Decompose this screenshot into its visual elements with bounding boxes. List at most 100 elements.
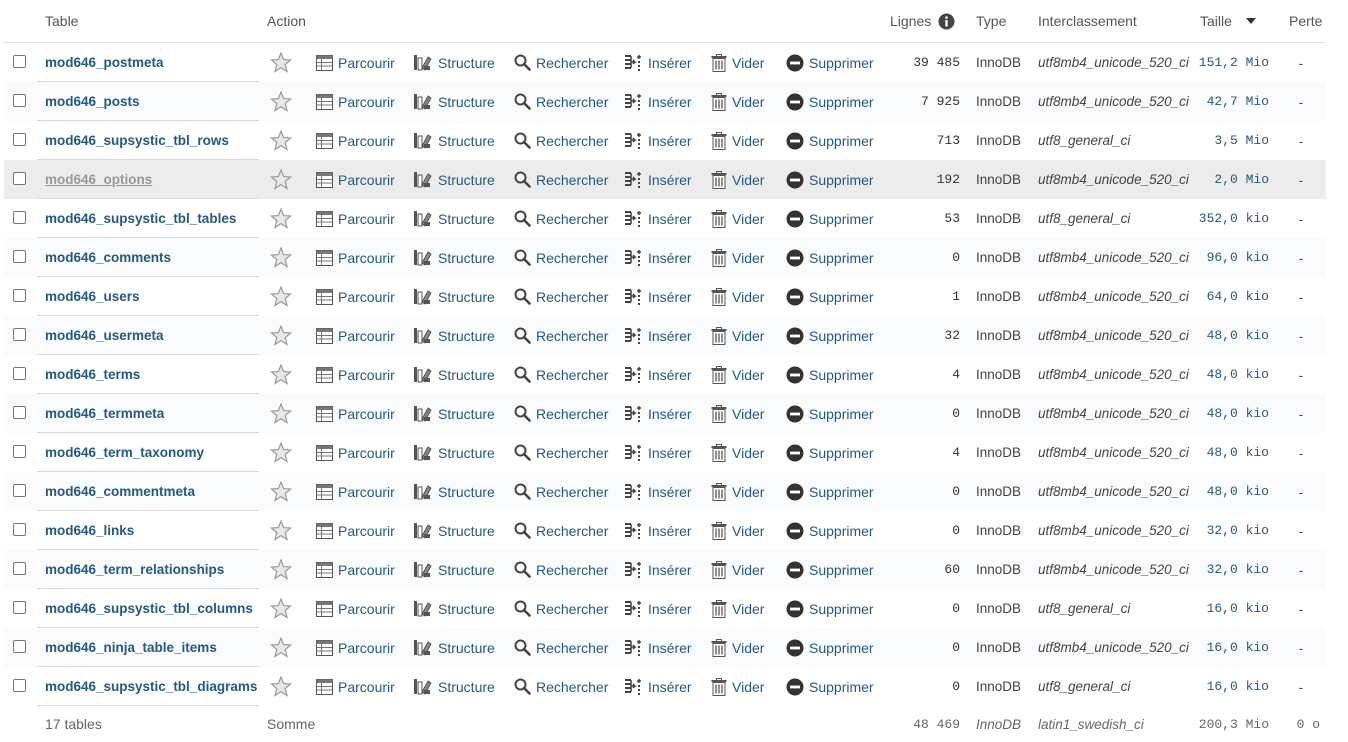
insert-action[interactable]: Insérer: [624, 472, 692, 511]
insert-action[interactable]: Insérer: [624, 121, 692, 160]
row-checkbox[interactable]: [13, 55, 26, 68]
insert-action[interactable]: Insérer: [624, 589, 692, 628]
row-checkbox[interactable]: [13, 601, 26, 614]
insert-action[interactable]: Insérer: [624, 316, 692, 355]
structure-action[interactable]: Structure: [413, 433, 495, 472]
favorite-star-icon[interactable]: [270, 394, 292, 433]
search-action[interactable]: Rechercher: [514, 472, 608, 511]
drop-action[interactable]: Supprimer: [786, 511, 874, 550]
favorite-star-icon[interactable]: [270, 511, 292, 550]
row-checkbox[interactable]: [13, 328, 26, 341]
search-action[interactable]: Rechercher: [514, 43, 608, 82]
browse-action[interactable]: Parcourir: [316, 355, 395, 394]
browse-action[interactable]: Parcourir: [316, 199, 395, 238]
row-checkbox[interactable]: [13, 172, 26, 185]
row-checkbox[interactable]: [13, 133, 26, 146]
row-checkbox[interactable]: [13, 289, 26, 302]
row-checkbox[interactable]: [13, 484, 26, 497]
structure-action[interactable]: Structure: [413, 355, 495, 394]
empty-action[interactable]: Vider: [711, 667, 764, 706]
drop-action[interactable]: Supprimer: [786, 82, 874, 121]
search-action[interactable]: Rechercher: [514, 589, 608, 628]
table-size[interactable]: 32,0 kio: [1184, 550, 1269, 589]
structure-action[interactable]: Structure: [413, 160, 495, 199]
table-name-link[interactable]: mod646_term_taxonomy: [45, 433, 204, 472]
table-name-link[interactable]: mod646_supsystic_tbl_tables: [45, 199, 236, 238]
drop-action[interactable]: Supprimer: [786, 277, 874, 316]
favorite-star-icon[interactable]: [270, 472, 292, 511]
drop-action[interactable]: Supprimer: [786, 433, 874, 472]
empty-action[interactable]: Vider: [711, 433, 764, 472]
drop-action[interactable]: Supprimer: [786, 238, 874, 277]
row-checkbox[interactable]: [13, 367, 26, 380]
favorite-star-icon[interactable]: [270, 82, 292, 121]
table-name-link[interactable]: mod646_options: [45, 160, 152, 199]
favorite-star-icon[interactable]: [270, 589, 292, 628]
search-action[interactable]: Rechercher: [514, 394, 608, 433]
browse-action[interactable]: Parcourir: [316, 511, 395, 550]
search-action[interactable]: Rechercher: [514, 82, 608, 121]
table-name-link[interactable]: mod646_users: [45, 277, 140, 316]
insert-action[interactable]: Insérer: [624, 82, 692, 121]
empty-action[interactable]: Vider: [711, 277, 764, 316]
browse-action[interactable]: Parcourir: [316, 121, 395, 160]
table-name-link[interactable]: mod646_posts: [45, 82, 140, 121]
drop-action[interactable]: Supprimer: [786, 121, 874, 160]
insert-action[interactable]: Insérer: [624, 199, 692, 238]
insert-action[interactable]: Insérer: [624, 238, 692, 277]
row-checkbox[interactable]: [13, 640, 26, 653]
structure-action[interactable]: Structure: [413, 472, 495, 511]
help-icon[interactable]: [938, 13, 955, 30]
browse-action[interactable]: Parcourir: [316, 394, 395, 433]
row-checkbox[interactable]: [13, 250, 26, 263]
empty-action[interactable]: Vider: [711, 82, 764, 121]
table-size[interactable]: 48,0 kio: [1184, 316, 1269, 355]
insert-action[interactable]: Insérer: [624, 277, 692, 316]
browse-action[interactable]: Parcourir: [316, 472, 395, 511]
table-size[interactable]: 16,0 kio: [1184, 667, 1269, 706]
table-size[interactable]: 151,2 Mio: [1184, 43, 1269, 82]
browse-action[interactable]: Parcourir: [316, 82, 395, 121]
structure-action[interactable]: Structure: [413, 82, 495, 121]
table-name-link[interactable]: mod646_ninja_table_items: [45, 628, 217, 667]
search-action[interactable]: Rechercher: [514, 199, 608, 238]
favorite-star-icon[interactable]: [270, 550, 292, 589]
search-action[interactable]: Rechercher: [514, 667, 608, 706]
table-name-link[interactable]: mod646_supsystic_tbl_diagrams: [45, 667, 257, 706]
table-size[interactable]: 352,0 kio: [1184, 199, 1269, 238]
search-action[interactable]: Rechercher: [514, 511, 608, 550]
table-size[interactable]: 42,7 Mio: [1184, 82, 1269, 121]
table-name-link[interactable]: mod646_postmeta: [45, 43, 164, 82]
col-overhead-header[interactable]: Perte: [1289, 0, 1322, 42]
drop-action[interactable]: Supprimer: [786, 316, 874, 355]
drop-action[interactable]: Supprimer: [786, 589, 874, 628]
search-action[interactable]: Rechercher: [514, 355, 608, 394]
search-action[interactable]: Rechercher: [514, 160, 608, 199]
empty-action[interactable]: Vider: [711, 160, 764, 199]
table-size[interactable]: 16,0 kio: [1184, 628, 1269, 667]
browse-action[interactable]: Parcourir: [316, 589, 395, 628]
col-rows-header[interactable]: Lignes: [890, 0, 955, 42]
search-action[interactable]: Rechercher: [514, 550, 608, 589]
table-size[interactable]: 64,0 kio: [1184, 277, 1269, 316]
structure-action[interactable]: Structure: [413, 199, 495, 238]
search-action[interactable]: Rechercher: [514, 121, 608, 160]
empty-action[interactable]: Vider: [711, 121, 764, 160]
browse-action[interactable]: Parcourir: [316, 316, 395, 355]
row-checkbox[interactable]: [13, 562, 26, 575]
row-checkbox[interactable]: [13, 445, 26, 458]
favorite-star-icon[interactable]: [270, 355, 292, 394]
browse-action[interactable]: Parcourir: [316, 238, 395, 277]
structure-action[interactable]: Structure: [413, 511, 495, 550]
empty-action[interactable]: Vider: [711, 511, 764, 550]
col-size-header[interactable]: Taille: [1200, 0, 1256, 42]
table-name-link[interactable]: mod646_usermeta: [45, 316, 164, 355]
structure-action[interactable]: Structure: [413, 43, 495, 82]
drop-action[interactable]: Supprimer: [786, 355, 874, 394]
search-action[interactable]: Rechercher: [514, 277, 608, 316]
drop-action[interactable]: Supprimer: [786, 667, 874, 706]
search-action[interactable]: Rechercher: [514, 316, 608, 355]
drop-action[interactable]: Supprimer: [786, 550, 874, 589]
empty-action[interactable]: Vider: [711, 199, 764, 238]
table-name-link[interactable]: mod646_term_relationships: [45, 550, 224, 589]
